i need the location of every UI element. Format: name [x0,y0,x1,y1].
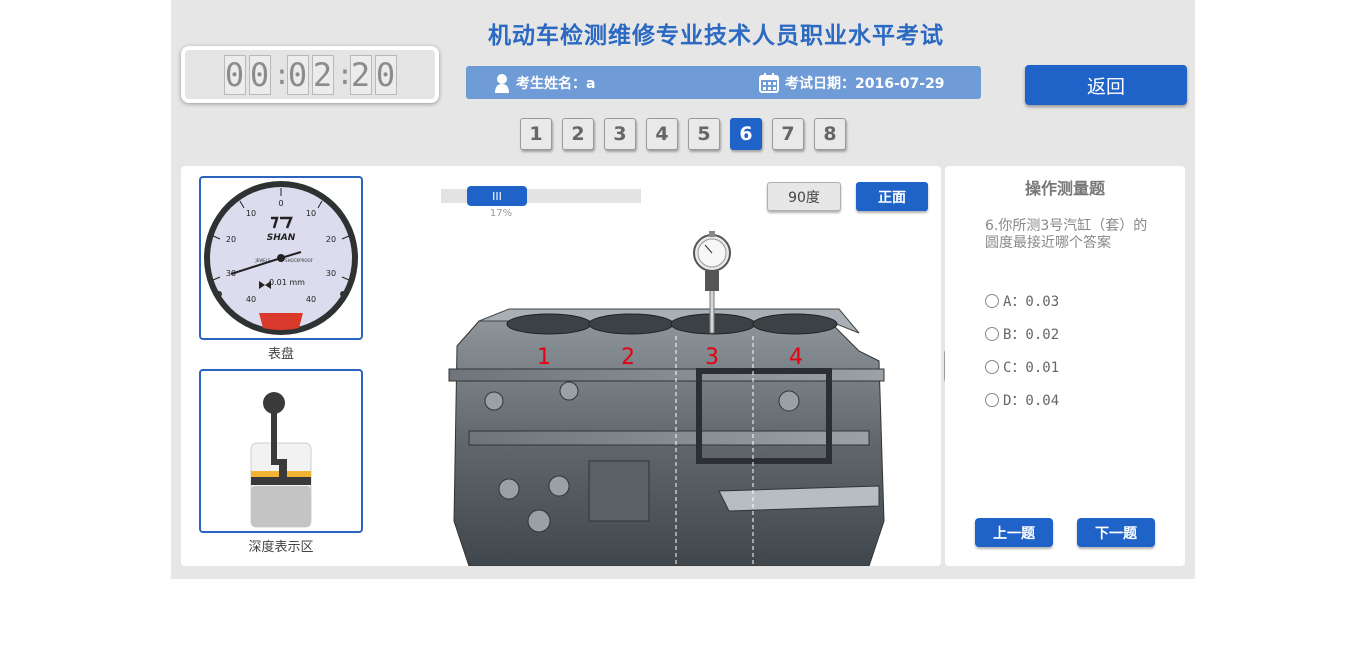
answer-option-label: A：0.03 [1003,294,1060,310]
exam-date-text: 考试日期：2016-07-29 [785,75,945,92]
radio-button[interactable] [985,393,999,407]
view-90-degree-button[interactable]: 90度 [767,182,841,211]
question-nav-button[interactable]: 2 [562,118,594,150]
dial-brand-text: SHAN [267,233,296,243]
question-nav-button-active[interactable]: 6 [730,118,762,150]
exam-app: 0 0 : 0 2 : 2 0 机动车检测维修专业技术人员职业水平考试 考生姓名… [171,0,1195,579]
timer-digit: 2 [311,54,334,95]
answer-option-label: D：0.04 [1003,393,1060,409]
dial-scale-label: 30 [326,269,336,278]
dial-scale-label: 20 [326,235,336,244]
radio-button[interactable] [985,327,999,341]
question-nav-button[interactable]: 3 [604,118,636,150]
question-navigation: 1 2 3 4 5 6 7 8 [520,118,846,150]
depth-indicator [250,392,312,528]
question-nav-button[interactable]: 8 [814,118,846,150]
answer-option-label: C：0.01 [1003,360,1060,376]
dial-scale-label: 40 [306,295,316,304]
cylinder-number-label: 1 [537,345,551,370]
timer-digit: 0 [248,54,271,95]
answer-option-a[interactable]: A：0.03 [985,291,1059,311]
cylinder-number-label: 2 [621,345,635,370]
dial-gauge-label: 表盘 [267,347,294,362]
candidate-name-text: 考生姓名：a [516,75,596,92]
question-nav-button[interactable]: 7 [772,118,804,150]
question-text: 6.你所测3号汽缸（套）的圆度最接近哪个答案 [985,218,1148,251]
dial-scale-label: 40 [246,295,256,304]
timer-digit: 0 [223,54,246,95]
radio-button[interactable] [985,360,999,374]
exam-date: 考试日期：2016-07-29 [759,66,945,99]
candidate-name: 考生姓名：a [494,66,595,99]
countdown-timer: 0 0 : 0 2 : 2 0 [181,46,439,103]
question-nav-button[interactable]: 1 [520,118,552,150]
engine-block-image[interactable]: 1 2 3 4 [439,221,889,566]
timer-separator: : [273,58,291,91]
cylinder-number-label: 4 [789,345,803,370]
dial-scale-label: 10 [246,209,256,218]
radio-button[interactable] [985,294,999,308]
dial-scale-label: 20 [226,235,236,244]
answer-option-label: B：0.02 [1003,327,1060,343]
question-nav-button[interactable]: 5 [688,118,720,150]
measurement-workspace: 0 10 20 30 40 40 30 20 10 SHAN JEWELS SH… [181,166,941,566]
timer-digit: 0 [286,54,309,95]
rotation-slider-handle[interactable]: III [467,186,527,206]
calendar-icon [759,72,779,93]
question-nav-button[interactable]: 4 [646,118,678,150]
exam-title: 机动车检测维修专业技术人员职业水平考试 [488,23,944,49]
dial-scale-label: 0 [278,199,283,208]
dial-gauge-box: 0 10 20 30 40 40 30 20 10 SHAN JEWELS SH… [199,176,363,340]
timer-separator: : [336,58,354,91]
answer-option-d[interactable]: D：0.04 [985,390,1059,410]
question-panel: 操作测量题 6.你所测3号汽缸（套）的圆度最接近哪个答案 A：0.03 B：0.… [945,166,1185,566]
dial-small-text: SHOCKPROOF [285,258,314,263]
timer-digit: 0 [374,54,397,95]
answer-option-b[interactable]: B：0.02 [985,324,1059,344]
next-question-button[interactable]: 下一题 [1077,518,1155,547]
view-front-button[interactable]: 正面 [856,182,928,211]
dial-scale-label: 10 [306,209,316,218]
rotation-slider-percent: 17% [489,208,513,219]
question-panel-title: 操作测量题 [1024,179,1105,198]
answer-option-c[interactable]: C：0.01 [985,357,1059,377]
user-icon [495,73,509,93]
depth-indicator-label: 深度表示区 [248,540,314,555]
back-button[interactable]: 返回 [1025,65,1187,105]
candidate-info-bar: 考生姓名：a 考试日期：2016-07-29 [466,66,981,99]
dial-unit-text: 0.01 mm [269,278,305,287]
cylinder-number-label: 3 [705,345,719,370]
dial-gauge-face: 0 10 20 30 40 40 30 20 10 SHAN JEWELS SH… [204,181,358,335]
previous-question-button[interactable]: 上一题 [975,518,1053,547]
depth-indicator-box [199,369,363,533]
timer-digit: 2 [349,54,372,95]
